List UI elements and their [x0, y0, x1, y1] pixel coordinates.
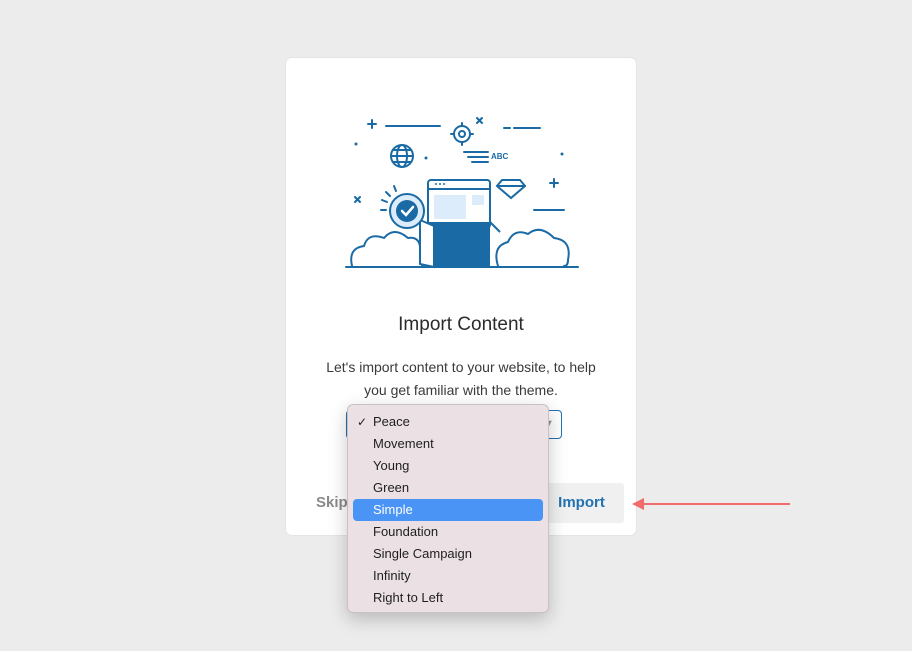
dropdown-option-highlighted[interactable]: Simple	[353, 499, 543, 521]
option-label: Peace	[373, 414, 410, 429]
dropdown-option[interactable]: Foundation	[353, 521, 543, 543]
option-label: Single Campaign	[373, 546, 473, 561]
dropdown-option[interactable]: Movement	[353, 433, 543, 455]
arrow-left-icon	[632, 498, 790, 510]
option-label: Infinity	[373, 568, 411, 583]
option-label: Young	[373, 458, 410, 473]
skip-button[interactable]: Skip	[316, 494, 348, 511]
option-label: Foundation	[373, 524, 439, 539]
import-illustration: ABC	[345, 117, 579, 269]
dropdown-option[interactable]: Green	[353, 477, 543, 499]
dropdown-option[interactable]: Young	[353, 455, 543, 477]
dialog-description: Let's import content to your website, to…	[326, 359, 596, 398]
abc-label: ABC	[491, 152, 509, 161]
dropdown-option[interactable]: Single Campaign	[353, 543, 543, 565]
dropdown-option[interactable]: Right to Left	[353, 587, 543, 609]
dialog-title: Import Content	[398, 314, 524, 335]
dropdown-option[interactable]: Infinity	[353, 565, 543, 587]
checkmark-icon: ✓	[357, 415, 368, 429]
option-label: Movement	[373, 436, 434, 451]
option-label: Simple	[373, 502, 413, 517]
import-button[interactable]: Import	[539, 483, 624, 523]
dropdown-option[interactable]: ✓ Peace	[353, 411, 543, 433]
option-label: Right to Left	[373, 590, 444, 605]
demo-dropdown-menu: ✓ Peace Movement Young Green Simple Foun…	[347, 404, 549, 613]
option-label: Green	[373, 480, 410, 495]
